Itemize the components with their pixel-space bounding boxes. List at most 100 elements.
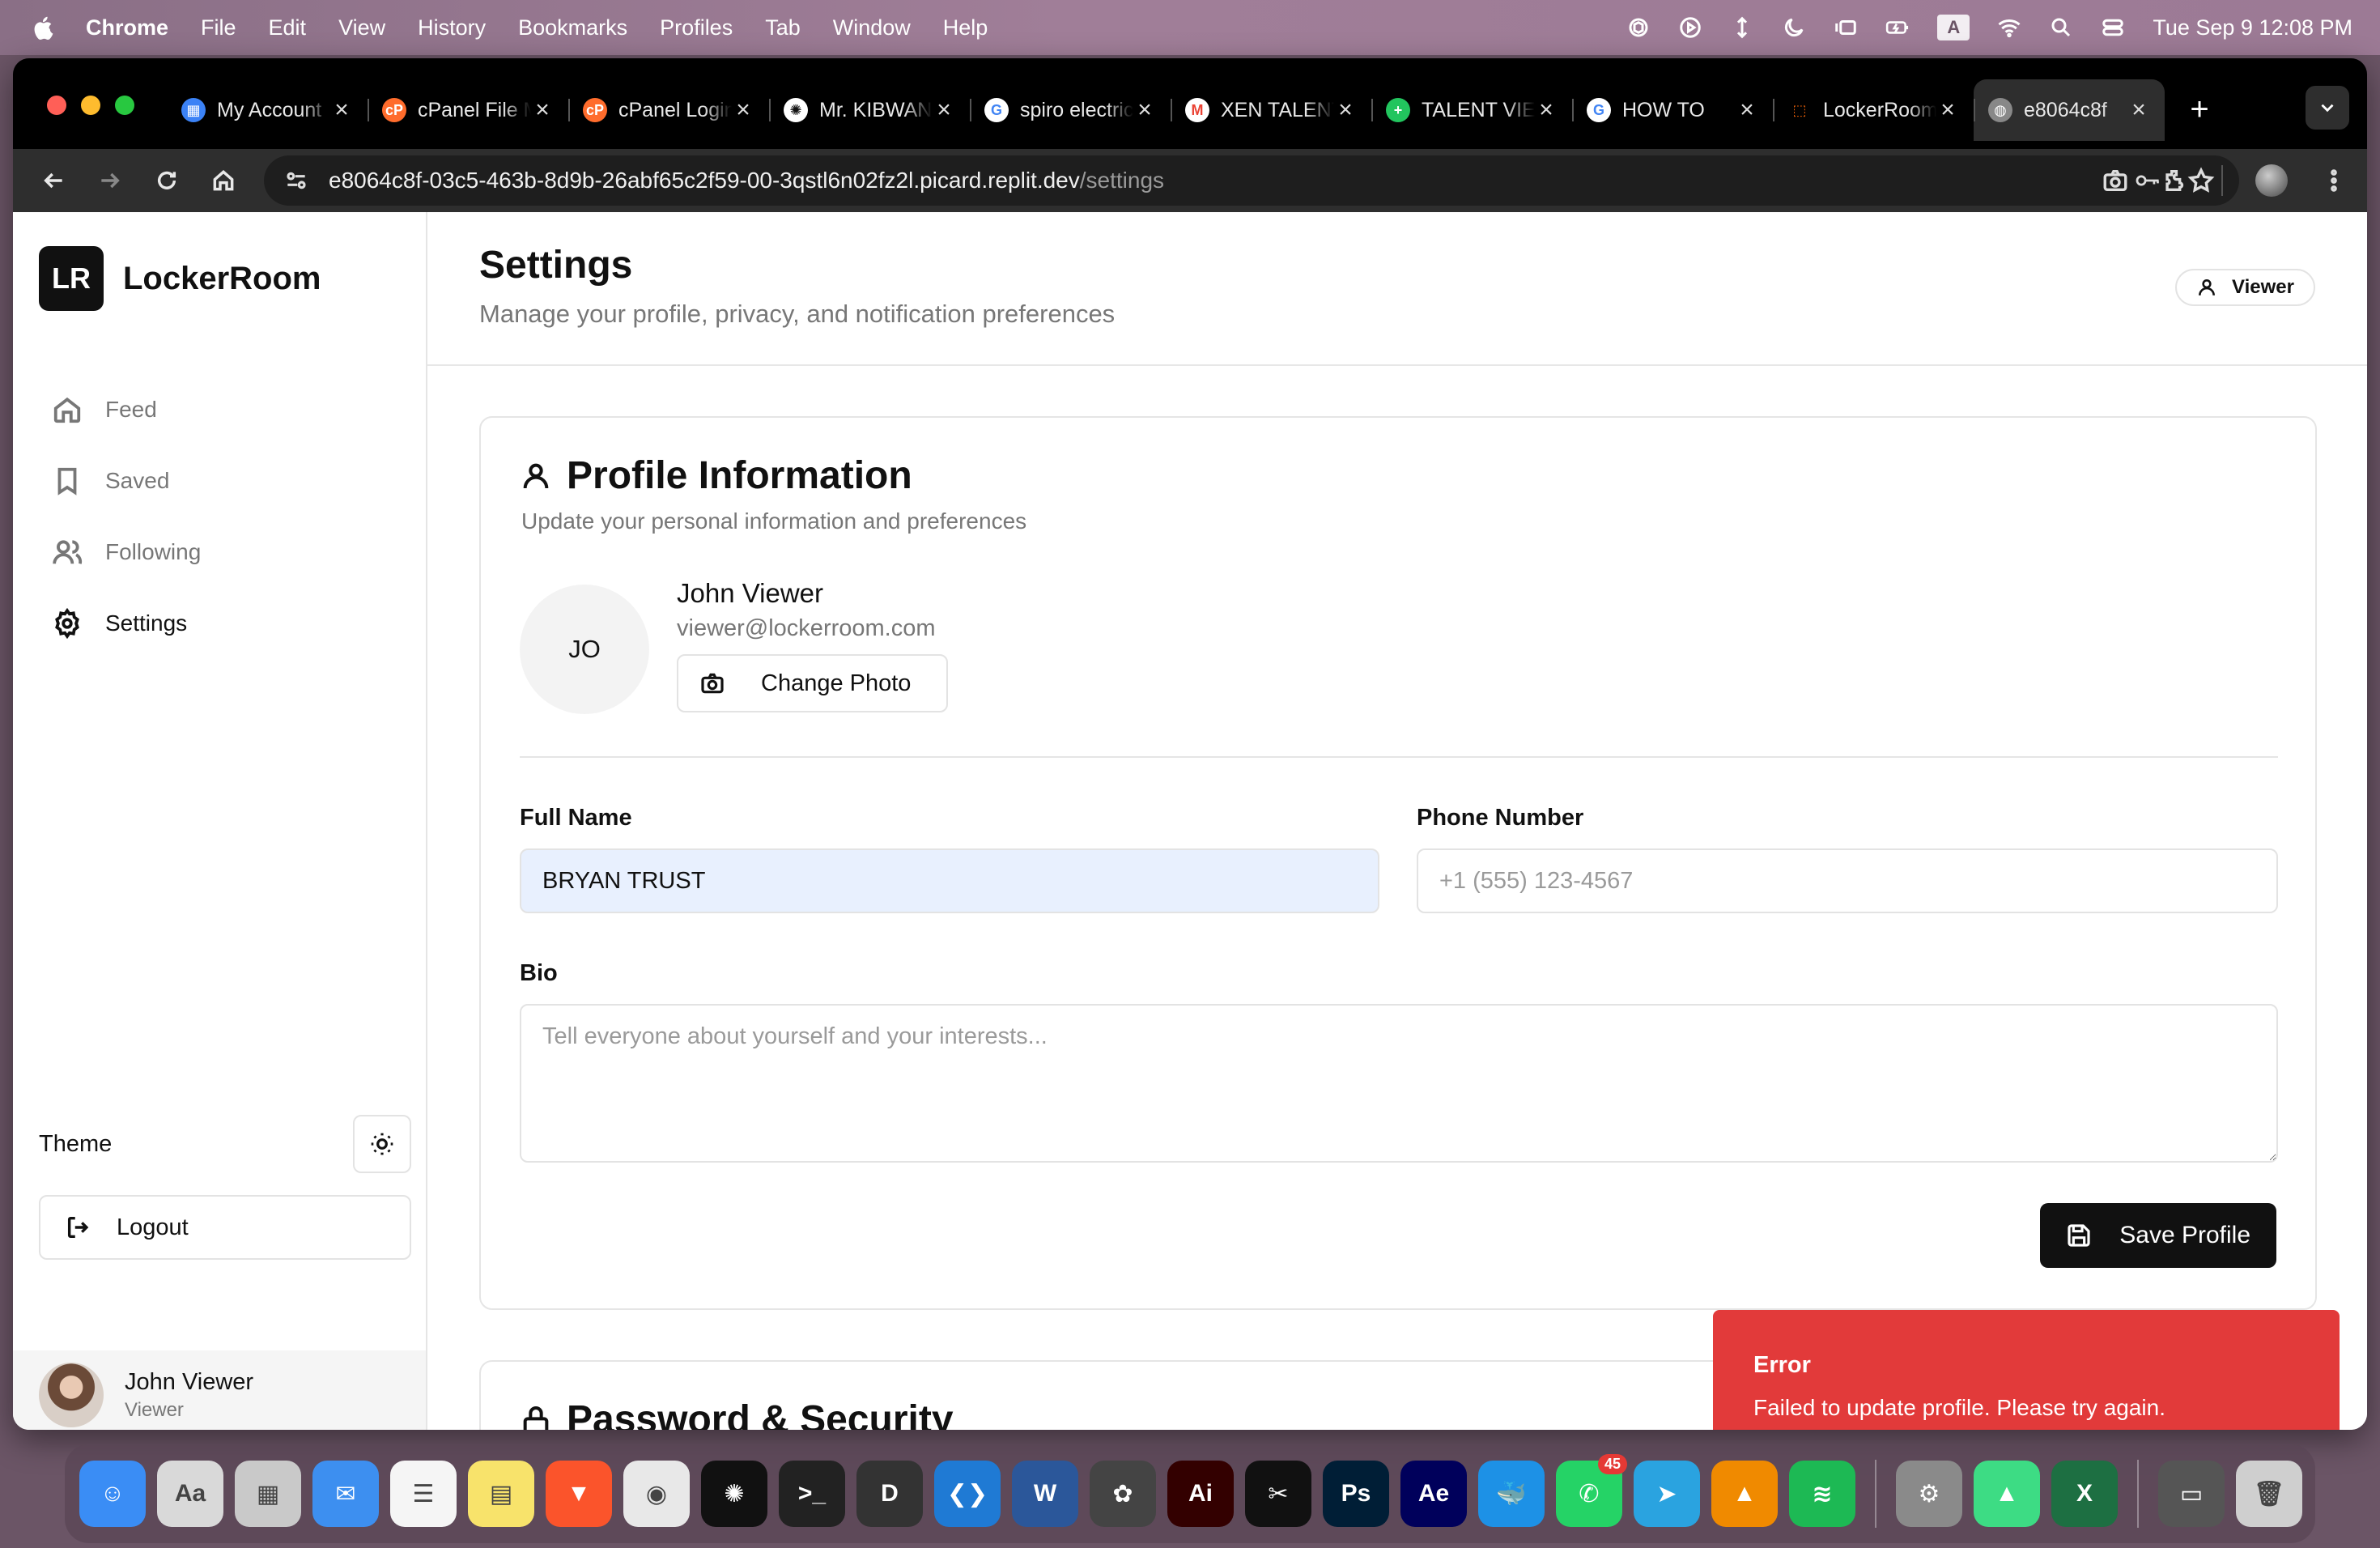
font-book-icon[interactable]: Aa <box>157 1461 223 1527</box>
close-tab-icon[interactable]: × <box>1133 98 1156 122</box>
forward-button[interactable] <box>94 164 126 197</box>
browser-tab[interactable]: G spiro electric × <box>970 79 1171 141</box>
sidebar-item-saved[interactable]: Saved <box>52 445 408 517</box>
wifi-icon[interactable] <box>1997 15 2021 40</box>
cursor-icon[interactable]: D <box>856 1461 923 1527</box>
trash-icon[interactable]: 🗑 <box>2236 1461 2302 1527</box>
play-circle-icon[interactable] <box>1678 15 1702 40</box>
phone-number-field[interactable] <box>1417 848 2278 913</box>
spotlight-search-icon[interactable] <box>2049 15 2073 40</box>
extensions-icon[interactable] <box>2161 167 2189 194</box>
close-tab-icon[interactable]: × <box>1334 98 1357 122</box>
browser-tab[interactable]: G HOW TO × <box>1572 79 1773 141</box>
browser-tab-active[interactable]: ◍ e8064c8f × <box>1974 79 2165 141</box>
close-tab-icon[interactable]: × <box>1736 98 1758 122</box>
browser-tab[interactable]: cP cPanel Login × <box>568 79 769 141</box>
close-tab-icon[interactable]: × <box>330 98 353 122</box>
close-tab-icon[interactable]: × <box>732 98 754 122</box>
chatgpt-menu-icon[interactable] <box>1626 15 1651 40</box>
browser-tab[interactable]: ▦ My Account × <box>167 79 368 141</box>
vlc-icon[interactable]: ▲ <box>1711 1461 1778 1527</box>
minimize-window-button[interactable] <box>81 96 100 115</box>
zoom-window-button[interactable] <box>115 96 134 115</box>
brand[interactable]: LR LockerRoom <box>39 246 321 311</box>
menu-help[interactable]: Help <box>943 15 988 40</box>
site-info-icon[interactable] <box>283 168 309 194</box>
close-tab-icon[interactable]: × <box>2127 98 2150 122</box>
docker-icon[interactable]: 🐳 <box>1478 1461 1545 1527</box>
save-profile-button[interactable]: Save Profile <box>2040 1203 2276 1268</box>
close-tab-icon[interactable]: × <box>1936 98 1959 122</box>
more-vertical-icon[interactable] <box>2320 167 2348 194</box>
menu-file[interactable]: File <box>201 15 236 40</box>
bio-textarea[interactable] <box>520 1004 2278 1163</box>
logout-button[interactable]: Logout <box>39 1195 411 1260</box>
menu-clock[interactable]: Tue Sep 9 12:08 PM <box>2153 15 2352 40</box>
mail-icon[interactable]: ✉ <box>312 1461 379 1527</box>
theme-toggle-button[interactable] <box>353 1115 411 1173</box>
input-source-indicator[interactable]: A <box>1937 15 1970 40</box>
menu-app-name[interactable]: Chrome <box>86 15 168 40</box>
menu-bookmarks[interactable]: Bookmarks <box>518 15 627 40</box>
launchpad-icon[interactable]: ▦ <box>235 1461 301 1527</box>
apple-icon[interactable] <box>32 15 57 40</box>
sidebar-user-card[interactable]: John Viewer Viewer <box>13 1350 426 1430</box>
illustrator-icon[interactable]: Ai <box>1167 1461 1234 1527</box>
system-settings-icon[interactable]: ⚙ <box>1896 1461 1962 1527</box>
excel-icon[interactable]: X <box>2051 1461 2118 1527</box>
browser-tab[interactable]: M XEN TALENT × <box>1171 79 1371 141</box>
close-window-button[interactable] <box>47 96 66 115</box>
close-tab-icon[interactable]: × <box>933 98 955 122</box>
close-tab-icon[interactable]: × <box>1535 98 1558 122</box>
vscode-icon[interactable]: ❮❯ <box>934 1461 1001 1527</box>
address-bar[interactable]: e8064c8f-03c5-463b-8d9b-26abf65c2f59-00-… <box>264 155 2239 206</box>
menu-profiles[interactable]: Profiles <box>660 15 733 40</box>
home-button[interactable] <box>207 164 240 197</box>
menu-tab[interactable]: Tab <box>765 15 801 40</box>
profile-avatar[interactable] <box>2255 164 2288 197</box>
tab-search-button[interactable] <box>2306 86 2349 130</box>
browser-tab[interactable]: ⬚ LockerRoom × <box>1773 79 1974 141</box>
chrome-icon[interactable]: ◉ <box>623 1461 690 1527</box>
whatsapp-icon[interactable]: ✆ 45 <box>1556 1454 1627 1527</box>
spotify-icon[interactable]: ≋ <box>1789 1461 1855 1527</box>
terminal-icon[interactable]: >_ <box>779 1461 845 1527</box>
close-tab-icon[interactable]: × <box>531 98 554 122</box>
capcut-icon[interactable]: ✂ <box>1245 1461 1311 1527</box>
control-center-icon[interactable] <box>2101 15 2125 40</box>
notes-icon[interactable]: ▤ <box>468 1461 534 1527</box>
url-text[interactable]: e8064c8f-03c5-463b-8d9b-26abf65c2f59-00-… <box>329 168 1164 194</box>
after-effects-icon[interactable]: Ae <box>1400 1461 1467 1527</box>
menu-history[interactable]: History <box>418 15 486 40</box>
moon-icon[interactable] <box>1782 15 1806 40</box>
stage-manager-icon[interactable] <box>1834 15 1858 40</box>
change-photo-button[interactable]: Change Photo <box>677 654 949 712</box>
browser-tab[interactable]: cP cPanel File Manager × <box>368 79 568 141</box>
sidebar-item-feed[interactable]: Feed <box>52 374 408 445</box>
photoshop-icon[interactable]: Ps <box>1323 1461 1389 1527</box>
browser-tab[interactable]: + TALENT VIEW × <box>1371 79 1572 141</box>
sidebar-item-settings[interactable]: Settings <box>52 588 408 659</box>
reload-button[interactable] <box>151 164 183 197</box>
menu-edit[interactable]: Edit <box>269 15 307 40</box>
davinci-icon[interactable]: ✿ <box>1090 1461 1156 1527</box>
brave-icon[interactable]: ▼ <box>546 1461 612 1527</box>
error-toast[interactable]: Error Failed to update profile. Please t… <box>1713 1310 2340 1430</box>
telegram-icon[interactable]: ➤ <box>1634 1461 1700 1527</box>
full-name-field[interactable] <box>520 848 1379 913</box>
downloads-icon[interactable]: ▭ <box>2158 1461 2225 1527</box>
browser-tab[interactable]: ✺ Mr. KIBWANA × <box>769 79 970 141</box>
chatgpt-icon[interactable]: ✺ <box>701 1461 767 1527</box>
sidebar-item-following[interactable]: Following <box>52 517 408 588</box>
resize-vertical-icon[interactable] <box>1730 15 1754 40</box>
battery-icon[interactable] <box>1885 15 1910 40</box>
finder-icon[interactable]: ☺ <box>79 1461 146 1527</box>
android-studio-icon[interactable]: ▲ <box>1974 1461 2040 1527</box>
menu-window[interactable]: Window <box>833 15 911 40</box>
word-icon[interactable]: W <box>1012 1461 1078 1527</box>
camera-icon[interactable] <box>2102 167 2129 194</box>
reminders-icon[interactable]: ☰ <box>390 1461 457 1527</box>
new-tab-button[interactable]: + <box>2179 90 2220 130</box>
menu-view[interactable]: View <box>338 15 385 40</box>
back-button[interactable] <box>37 164 70 197</box>
